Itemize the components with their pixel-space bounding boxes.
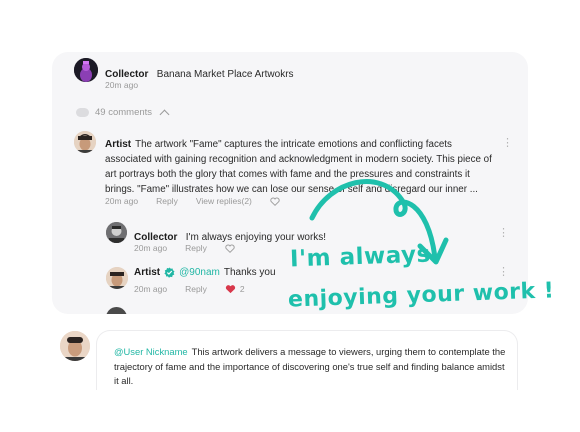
reply-1-reply-button[interactable]: Reply (185, 243, 207, 253)
reply-2-author[interactable]: Artist (134, 267, 160, 278)
reply-collector-avatar[interactable] (106, 222, 127, 243)
reply-artist-avatar[interactable] (106, 267, 128, 289)
comment-thread-panel: Collector Banana Market Place Artwokrs 2… (52, 52, 528, 314)
reply-2-more-icon[interactable]: ⋮ (498, 267, 509, 278)
reply-1-more-icon[interactable]: ⋮ (498, 228, 509, 239)
reply-1-text: I'm always enjoying your works! (185, 232, 327, 243)
reply-1-author[interactable]: Collector (134, 232, 177, 243)
artist-comment-actions: 20m ago Reply View replies(2) (105, 196, 280, 206)
heart-filled-icon (225, 285, 235, 294)
next-reply-avatar (106, 307, 127, 314)
composer-mention[interactable]: @User Nickname (114, 346, 188, 357)
artist-comment: Artist The artwork "Fame" captures the in… (105, 137, 495, 197)
verified-badge-icon (164, 267, 175, 278)
comment-composer[interactable]: @User Nickname This artwork delivers a me… (96, 330, 518, 390)
reply-2-time: 20m ago (134, 284, 168, 294)
artist-comment-more-icon[interactable]: ⋮ (502, 138, 513, 149)
annotation-line-1: I'm always (289, 241, 432, 273)
comments-toggle[interactable]: 49 comments (76, 107, 170, 120)
chevron-up-icon (159, 109, 170, 120)
reply-1-actions: 20m ago Reply (134, 243, 235, 253)
artist-comment-text: The artwork "Fame" captures the intricat… (105, 139, 492, 195)
artist-comment-time: 20m ago (105, 196, 139, 206)
artist-comment-author[interactable]: Artist (105, 139, 131, 150)
reply-1-time: 20m ago (134, 243, 168, 253)
reply-2-text: Thanks you (223, 267, 276, 278)
composer-text[interactable]: @User Nickname This artwork delivers a me… (114, 345, 509, 389)
reply-2-reply-button[interactable]: Reply (185, 284, 207, 294)
heart-outline-icon[interactable] (225, 244, 235, 253)
reply-2-actions: 20m ago Reply 2 (134, 284, 245, 294)
collector-avatar[interactable] (74, 58, 98, 82)
post-time: 20m ago (105, 80, 139, 90)
reply-2-mention[interactable]: @90nam (179, 267, 220, 278)
reply-2-like-count: 2 (239, 284, 245, 294)
artist-comment-reply-button[interactable]: Reply (156, 196, 178, 206)
heart-outline-icon[interactable] (270, 197, 280, 206)
current-user-avatar[interactable] (60, 331, 90, 361)
comments-count: 49 comments (95, 107, 153, 118)
artist-avatar[interactable] (74, 131, 96, 153)
post-author[interactable]: Collector (105, 69, 148, 80)
post-title: Banana Market Place Artwokrs (156, 69, 294, 80)
reply-2-like-button[interactable]: 2 (225, 284, 245, 294)
comment-bubble-icon (76, 108, 89, 117)
view-replies-button[interactable]: View replies(2) (196, 196, 252, 206)
